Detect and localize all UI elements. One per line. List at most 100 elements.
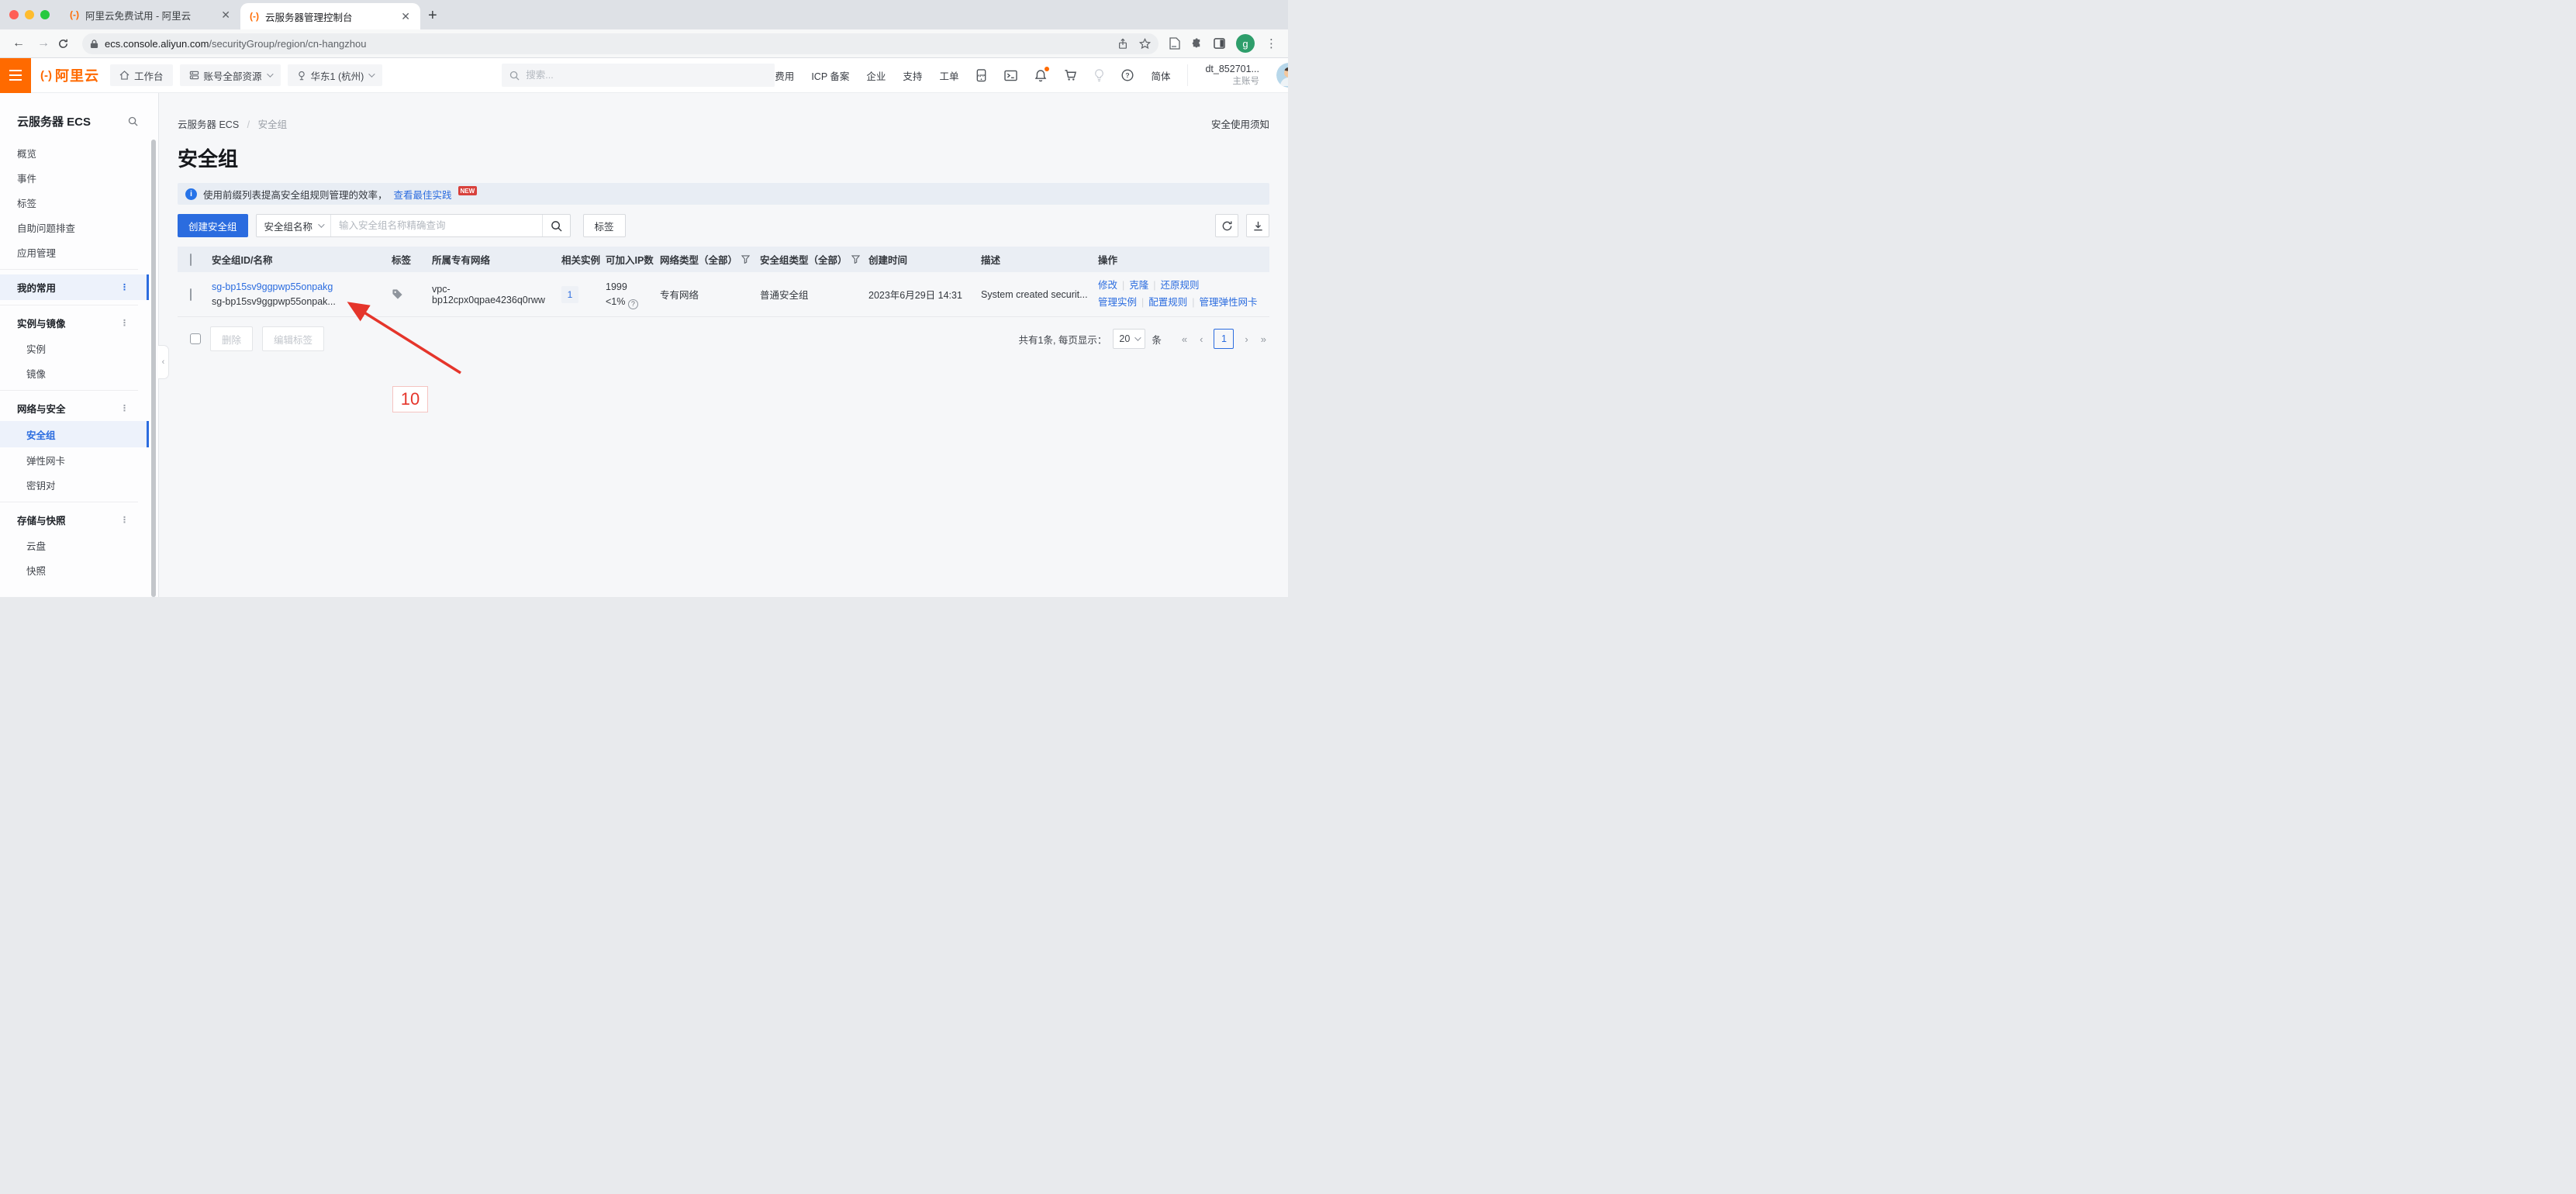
nav-link-ticket[interactable]: 工单 (939, 68, 958, 83)
notifications-bell-icon[interactable] (1034, 69, 1047, 82)
nav-link-support[interactable]: 支持 (903, 68, 922, 83)
url-text[interactable]: ecs.console.aliyun.com/securityGroup/reg… (105, 38, 366, 50)
tab-close-icon[interactable]: ✕ (219, 9, 233, 22)
sidebar-item-security-groups[interactable]: 安全组 (0, 421, 149, 447)
sidebar-item-app-mgmt[interactable]: 应用管理 (0, 240, 149, 264)
url-bar[interactable]: ecs.console.aliyun.com/securityGroup/reg… (82, 33, 1159, 54)
sidebar-section-instances-images[interactable]: 实例与镜像 ⋮ (0, 310, 149, 336)
reload-icon[interactable] (57, 38, 79, 50)
sidebar-section-network-security[interactable]: 网络与安全 ⋮ (0, 395, 149, 421)
sidebar-item-instances[interactable]: 实例 (0, 336, 149, 361)
filter-funnel-icon[interactable] (741, 255, 750, 264)
vpc-id[interactable]: vpc-bp12cpx0qpae4236q0rww (432, 284, 561, 305)
user-info[interactable]: dt_852701... 主账号 (1205, 64, 1259, 87)
share-icon[interactable] (1117, 38, 1128, 50)
action-manage-eni[interactable]: 管理弹性网卡 (1200, 297, 1258, 308)
last-page-button[interactable]: » (1258, 333, 1269, 345)
aliyun-logo[interactable]: (-) 阿里云 (31, 65, 110, 85)
chrome-menu-icon[interactable]: ⋮ (1266, 36, 1277, 50)
security-group-search-input[interactable] (339, 220, 534, 231)
sidebar-item-self-check[interactable]: 自助问题排查 (0, 215, 149, 240)
next-page-button[interactable]: › (1241, 333, 1251, 345)
sidebar-item-events[interactable]: 事件 (0, 165, 149, 190)
global-search[interactable] (502, 64, 775, 87)
sidebar-scrollbar[interactable] (151, 140, 156, 597)
kebab-menu-icon[interactable]: ⋮ (120, 282, 129, 292)
mobile-app-icon[interactable]: APP (975, 69, 987, 82)
zoom-window-button[interactable] (40, 10, 50, 19)
filter-field-dropdown[interactable]: 安全组名称 (257, 215, 332, 236)
nav-link-icp[interactable]: ICP 备案 (811, 68, 849, 83)
account-resources-dropdown[interactable]: 账号全部资源 (180, 64, 281, 86)
security-group-id-link[interactable]: sg-bp15sv9ggpwp55onpakg (212, 281, 333, 292)
breadcrumb-root[interactable]: 云服务器 ECS (178, 119, 239, 130)
related-instances-count[interactable]: 1 (561, 286, 578, 303)
delete-button[interactable]: 删除 (210, 326, 253, 351)
close-window-button[interactable] (9, 10, 19, 19)
tag-filter-button[interactable]: 标签 (583, 214, 626, 237)
create-security-group-button[interactable]: 创建安全组 (178, 214, 248, 237)
sidebar-item-eni[interactable]: 弹性网卡 (0, 447, 149, 472)
row-checkbox[interactable] (190, 288, 192, 301)
page-size-select[interactable]: 20 (1113, 329, 1145, 349)
action-configure-rules[interactable]: 配置规则 (1148, 297, 1187, 308)
sidebar-item-images[interactable]: 镜像 (0, 361, 149, 385)
sidebar-item-snapshots[interactable]: 快照 (0, 557, 149, 582)
side-panel-icon[interactable] (1214, 38, 1225, 49)
kebab-menu-icon[interactable]: ⋮ (120, 515, 129, 525)
help-icon[interactable]: ? (1121, 69, 1134, 81)
first-page-button[interactable]: « (1179, 333, 1190, 345)
select-all-checkbox[interactable] (190, 254, 192, 266)
filter-funnel-icon[interactable] (851, 255, 860, 264)
forward-icon[interactable]: → (33, 36, 54, 50)
tag-icon[interactable] (392, 288, 432, 300)
global-search-input[interactable] (526, 70, 767, 81)
action-clone[interactable]: 克隆 (1129, 280, 1148, 291)
sidebar-item-overview[interactable]: 概览 (0, 140, 149, 165)
lightbulb-icon[interactable] (1094, 69, 1104, 82)
cart-icon[interactable] (1064, 69, 1077, 81)
user-avatar[interactable] (1276, 63, 1288, 88)
action-restore-rules[interactable]: 还原规则 (1161, 280, 1200, 291)
nav-link-enterprise[interactable]: 企业 (866, 68, 886, 83)
sidebar-item-disks[interactable]: 云盘 (0, 533, 149, 557)
browser-profile-avatar[interactable]: g (1236, 34, 1255, 53)
window-controls[interactable] (0, 0, 60, 29)
nav-link-fee[interactable]: 费用 (775, 68, 794, 83)
region-selector-dropdown[interactable]: 华东1 (杭州) (288, 64, 383, 86)
refresh-button[interactable] (1215, 214, 1238, 237)
kebab-menu-icon[interactable]: ⋮ (120, 403, 129, 413)
current-page-button[interactable]: 1 (1214, 329, 1234, 349)
sidebar-section-favorites[interactable]: 我的常用 ⋮ (0, 274, 149, 300)
sidebar-section-storage-snapshots[interactable]: 存储与快照 ⋮ (0, 507, 149, 533)
sidebar-item-tags[interactable]: 标签 (0, 190, 149, 215)
minimize-window-button[interactable] (25, 10, 34, 19)
export-download-button[interactable] (1246, 214, 1269, 237)
sidebar-search-icon[interactable] (128, 116, 138, 126)
action-manage-instances[interactable]: 管理实例 (1098, 297, 1137, 308)
kebab-menu-icon[interactable]: ⋮ (120, 318, 129, 328)
sidebar-item-keypairs[interactable]: 密钥对 (0, 472, 149, 497)
cloudshell-terminal-icon[interactable] (1004, 70, 1017, 81)
browser-tab-ecs-console[interactable]: (-) 云服务器管理控制台 ✕ (240, 3, 420, 29)
search-submit-icon[interactable] (542, 215, 570, 236)
security-notice-link[interactable]: 安全使用须知 (1211, 116, 1269, 131)
new-tab-button[interactable]: + (420, 7, 447, 29)
best-practice-link[interactable]: 查看最佳实践 (394, 187, 452, 202)
back-icon[interactable]: ← (8, 36, 29, 50)
language-toggle[interactable]: 简体 (1151, 68, 1170, 83)
chevron-down-icon (318, 221, 324, 227)
bookmark-star-icon[interactable] (1139, 38, 1151, 50)
tab-close-icon[interactable]: ✕ (399, 10, 413, 23)
edit-tags-button[interactable]: 编辑标签 (262, 326, 324, 351)
workbench-button[interactable]: 工作台 (110, 64, 173, 86)
sidebar-collapse-handle[interactable]: ‹ (158, 345, 169, 379)
prev-page-button[interactable]: ‹ (1196, 333, 1206, 345)
footer-checkbox[interactable] (190, 333, 201, 344)
hamburger-menu-icon[interactable] (0, 58, 31, 93)
help-circle-icon[interactable]: ? (628, 299, 638, 309)
reading-list-icon[interactable] (1169, 37, 1180, 50)
extensions-puzzle-icon[interactable] (1191, 38, 1203, 50)
action-modify[interactable]: 修改 (1098, 280, 1117, 291)
browser-tab-free-trial[interactable]: (-) 阿里云免费试用 - 阿里云 ✕ (60, 0, 240, 29)
